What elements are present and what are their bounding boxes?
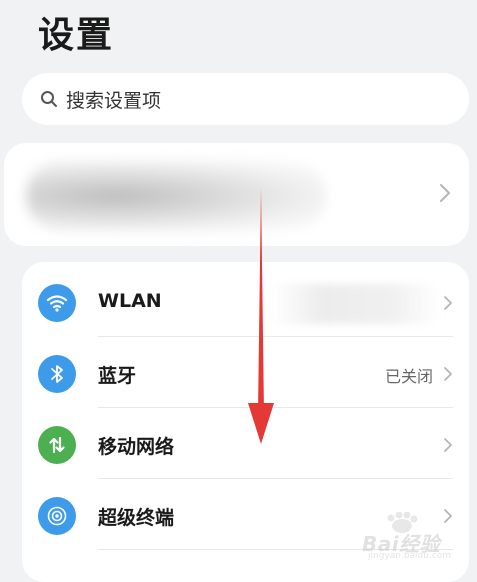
account-avatar-blurred bbox=[26, 161, 326, 231]
page-title: 设置 bbox=[38, 15, 115, 56]
wifi-icon bbox=[38, 284, 76, 322]
account-card[interactable] bbox=[4, 143, 469, 246]
settings-item-label: WLAN bbox=[98, 290, 162, 312]
settings-item-label: 移动网络 bbox=[98, 436, 175, 458]
search-icon bbox=[40, 90, 58, 108]
search-bar[interactable]: 搜索设置项 bbox=[22, 73, 469, 125]
chevron-right-icon bbox=[439, 183, 451, 207]
search-placeholder: 搜索设置项 bbox=[66, 89, 162, 112]
settings-item-label: 蓝牙 bbox=[98, 365, 137, 387]
watermark-subtext: jingyan.baidu.com bbox=[368, 551, 452, 561]
chevron-right-icon bbox=[443, 437, 453, 457]
chevron-right-icon bbox=[443, 295, 453, 315]
settings-item-label: 超级终端 bbox=[98, 507, 175, 529]
super-device-icon bbox=[38, 497, 76, 535]
wlan-value-blurred bbox=[272, 284, 442, 324]
settings-item-value: 已关闭 bbox=[384, 367, 433, 386]
annotation-arrow-down-icon bbox=[244, 188, 278, 446]
chevron-right-icon bbox=[443, 366, 453, 386]
bluetooth-icon bbox=[38, 355, 76, 393]
mobile-network-icon bbox=[38, 426, 76, 464]
watermark-logo: Bai经验 jingyan.baidu.com bbox=[346, 512, 466, 562]
